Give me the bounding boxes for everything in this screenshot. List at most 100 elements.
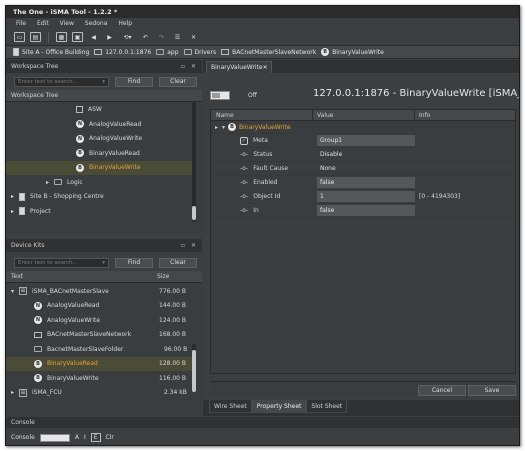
menu-view[interactable]: View [60,20,74,27]
history-icon[interactable]: ⟲▾ [120,32,135,42]
computer-icon [94,49,103,55]
kit-row-folder[interactable]: BacnetMasterSlaveFolder 96.00 B [6,342,202,357]
column-info[interactable]: Info [419,112,430,119]
device-kits-search-input[interactable]: Enter text to search... ▾ [14,257,109,268]
property-row-object-id[interactable]: -o- Object Id 1 [0 - 4194303] [211,190,515,204]
image-icon[interactable]: ▦ [56,32,67,42]
property-value[interactable]: Group1 [317,135,415,146]
collapse-icon[interactable]: ▸ [215,124,218,131]
kit-row-network[interactable]: BACnetMasterSlaveNetwork 168.00 B [6,328,202,343]
menu-sedona[interactable]: Sedona [85,20,107,27]
expand-icon[interactable]: ▸ [11,208,14,215]
property-row-meta[interactable]: ✓ Meta Group1 [211,134,515,148]
slot-icon: -o- [240,193,249,200]
tree-node-analogvaluewrite[interactable]: N AnalogValueWrite [6,132,202,147]
workspace-scrollbar[interactable] [192,102,196,222]
console-input[interactable] [39,433,70,442]
breadcrumb-site[interactable]: Site A - Office Building [13,48,89,56]
breadcrumb-network[interactable]: BACnetMasterSlaveNetwork [221,49,316,56]
tree-node-site-b[interactable]: ▸ Site B - Shopping Centre [6,190,202,205]
tree-node-binaryvaluewrite[interactable]: B BinaryValueWrite [6,160,192,175]
tree-node-project[interactable]: ▸ Project [6,204,202,219]
save-all-icon[interactable]: ▤ [30,32,41,42]
slot-icon: -o- [240,165,249,172]
property-value[interactable]: 1 [317,191,415,202]
kit-row-analogvaluewrite[interactable]: N AnalogValueWrite 124.00 B [6,313,202,328]
tab-property-sheet[interactable]: Property Sheet [251,400,307,413]
editor-tab[interactable]: BinaryValueWrite ✕ [206,61,272,73]
column-text[interactable]: Text [11,273,23,280]
folder-icon [34,346,42,353]
tree-node-analogvalueread[interactable]: N AnalogValueRead [6,117,202,132]
kit-row-binaryvalueread[interactable]: B BinaryValueRead 128.00 B [6,356,192,371]
menu-edit[interactable]: Edit [37,20,49,27]
action-bar: Cancel Save [210,381,516,397]
workspace-scroll-thumb[interactable] [192,206,196,220]
tree-node-logic[interactable]: ▸ Logic [6,175,202,190]
restore-icon[interactable]: ▫ [181,242,185,249]
delete-icon[interactable]: ✕ [188,32,199,42]
kit-row-fcu[interactable]: ▸ ⊞ iSMA_FCU 2.34 kB [6,386,202,401]
breadcrumb-object[interactable]: B BinaryValueWrite [321,48,384,56]
dropdown-icon[interactable]: ▾ [102,79,105,85]
console-button-e[interactable]: E [90,433,101,442]
kit-row-analogvalueread[interactable]: N AnalogValueRead 144.00 B [6,299,202,314]
column-name[interactable]: Name [216,112,234,119]
property-value[interactable]: false [317,177,415,188]
kit-row-bacnet[interactable]: ▾ ⊞ iSMA_BACnetMasterSlave 776.00 B [6,284,202,299]
close-icon[interactable]: ✕ [263,64,268,71]
tree-node-asw[interactable]: ASW [6,102,202,117]
device-kits-scroll-thumb[interactable] [192,350,196,392]
kit-row-binaryvaluewrite[interactable]: B BinaryValueWrite 116.00 B [6,371,202,386]
column-size[interactable]: Size [157,273,169,280]
tree-node-label: Site B - Shopping Centre [30,193,104,201]
breadcrumb-device[interactable]: 127.0.0.1:1876 [94,49,151,56]
find-button[interactable]: Find [115,76,153,87]
tab-slot-sheet[interactable]: Slot Sheet [306,400,348,413]
property-row-enabled[interactable]: -o- Enabled false [211,176,515,190]
property-value[interactable]: false [317,205,415,216]
close-icon[interactable]: ✕ [191,63,196,70]
collapse-icon[interactable]: ▾ [11,288,14,295]
collapse-icon[interactable]: ▾ [222,124,225,131]
menu-help[interactable]: Help [118,20,132,27]
forward-icon[interactable]: ▶ [104,32,115,42]
column-divider[interactable] [312,110,313,121]
column-value[interactable]: Value [317,112,333,119]
b-icon: B [34,374,42,383]
property-row-root[interactable]: ▸ ▾ B BinaryValueWrite [211,121,515,134]
workspace-search-input[interactable]: Enter text to search... ▾ [14,76,109,87]
tree-node-binaryvalueread[interactable]: B BinaryValueRead [6,146,202,161]
close-icon[interactable]: ✕ [191,242,196,249]
clear-button[interactable]: Clear [159,257,197,268]
property-row-in[interactable]: -o- In false [211,204,515,218]
redo-icon[interactable]: ↷ [156,32,167,42]
breadcrumb-label: Site A - Office Building [22,48,90,56]
new-file-icon[interactable]: ▭ [14,32,25,42]
console-button-i[interactable]: I [84,434,86,441]
breadcrumb-app[interactable]: app [156,49,179,56]
clear-button[interactable]: Clear [159,76,197,87]
find-button[interactable]: Find [115,257,153,268]
breadcrumb-drivers[interactable]: Drivers [183,49,216,56]
dropdown-icon[interactable]: ▾ [102,260,105,266]
undo-icon[interactable]: ↶ [140,32,151,42]
property-row-fault-cause[interactable]: -o- Fault Cause None [211,162,515,176]
cancel-button[interactable]: Cancel [418,385,466,396]
toggle-label: Off [248,92,257,99]
save-button[interactable]: Save [468,385,516,396]
expand-icon[interactable]: ▸ [46,179,49,186]
enable-toggle[interactable] [210,91,230,100]
column-divider[interactable] [414,110,415,121]
console-clear-button[interactable]: Clr [106,434,114,441]
console-button-a[interactable]: A [75,434,79,441]
menu-file[interactable]: File [16,20,26,27]
back-icon[interactable]: ◀ [88,32,99,42]
tab-wire-sheet[interactable]: Wire Sheet [209,400,252,413]
property-row-status[interactable]: -o- Status Disable [211,148,515,162]
expand-icon[interactable]: ▸ [11,389,14,396]
list-icon[interactable]: ☰ [172,32,183,42]
folder-open-icon[interactable]: ▣ [72,32,83,42]
restore-icon[interactable]: ▫ [181,63,185,70]
expand-icon[interactable]: ▸ [11,193,14,200]
